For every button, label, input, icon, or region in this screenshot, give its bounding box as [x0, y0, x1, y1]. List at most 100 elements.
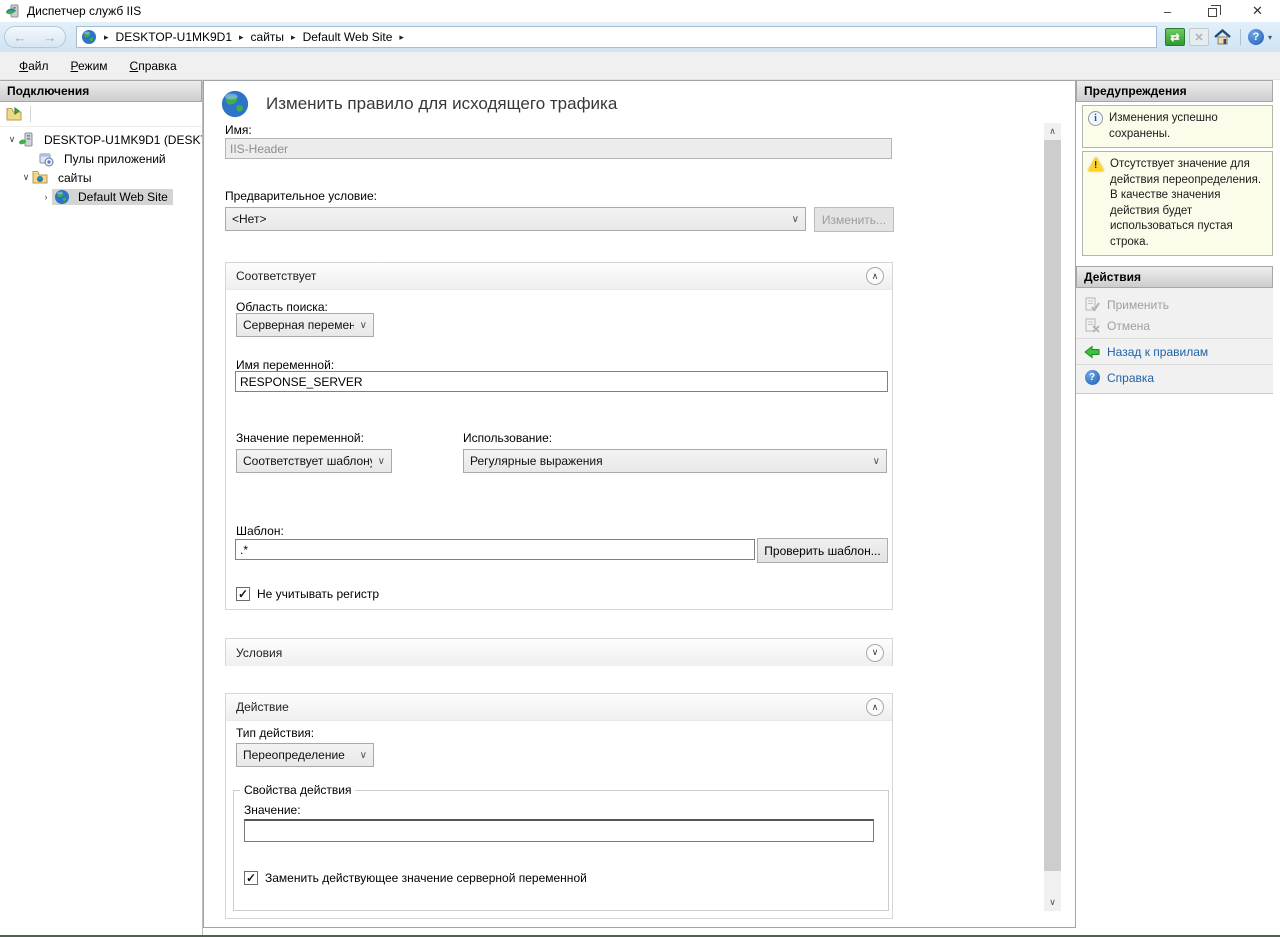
variable-value-select[interactable]: Соответствует шаблону ∨ — [236, 449, 392, 473]
action-type-label: Тип действия: — [236, 726, 314, 740]
restore-icon — [1208, 8, 1217, 17]
precondition-select[interactable]: <Нет> ∨ — [225, 207, 806, 231]
back-to-rules-label[interactable]: Назад к правилам — [1107, 345, 1208, 359]
tree-item-app-pools[interactable]: Пулы приложений — [0, 149, 202, 168]
tree-label-default-web-site: Default Web Site — [75, 189, 171, 205]
variable-value: Соответствует шаблону — [243, 454, 372, 468]
tree-expanded-icon[interactable]: ∨ — [6, 134, 18, 145]
apply-label: Применить — [1107, 298, 1169, 312]
tree-label-server: DESKTOP-U1MK9D1 (DESKTOP-U1MK9D1 — [41, 132, 202, 148]
menu-help[interactable]: Справка — [121, 55, 186, 77]
chevron-down-icon: ∨ — [354, 320, 367, 331]
minimize-button[interactable]: – — [1145, 0, 1190, 22]
action-section-title: Действие — [236, 700, 289, 714]
action-type-select[interactable]: Переопределение ∨ — [236, 743, 374, 767]
connections-toolbar — [0, 102, 202, 127]
connections-tree: ∨ DESKTOP-U1MK9D1 (DESKTOP-U1MK9D1 Пулы … — [0, 127, 202, 935]
refresh-icon[interactable]: ⇄ — [1165, 28, 1185, 46]
chevron-down-icon: ∨ — [354, 750, 367, 761]
using-label: Использование: — [463, 431, 552, 445]
tree-item-default-web-site[interactable]: › Default Web Site — [0, 187, 202, 206]
replace-value-label: Заменить действующее значение серверной … — [265, 871, 587, 885]
variable-name-input[interactable] — [235, 371, 888, 392]
pattern-label: Шаблон: — [236, 524, 284, 538]
ignore-case-checkbox[interactable]: ✓ — [236, 587, 250, 601]
scroll-down-icon[interactable]: ∨ — [1044, 894, 1061, 911]
scrollbar-thumb[interactable] — [1044, 140, 1061, 871]
scope-select[interactable]: Серверная переменн ∨ — [236, 313, 374, 337]
value-label: Значение: — [244, 803, 301, 817]
back-arrow-icon — [1084, 344, 1100, 360]
cancel-label: Отмена — [1107, 319, 1150, 333]
home-icon[interactable] — [1213, 28, 1233, 46]
back-to-rules-action[interactable]: Назад к правилам — [1076, 341, 1273, 362]
tree-item-server[interactable]: ∨ DESKTOP-U1MK9D1 (DESKTOP-U1MK9D1 — [0, 130, 202, 149]
site-globe-icon — [54, 189, 71, 205]
window-body: Подключения ∨ DESKTOP-U1MK9D1 (DESKTOP-U… — [0, 80, 1280, 935]
info-alert: i Изменения успешно сохранены. — [1082, 105, 1273, 148]
back-icon[interactable]: ← — [14, 30, 27, 45]
help-action[interactable]: ? Справка — [1076, 367, 1273, 388]
action-section-header: Действие ∧ — [226, 694, 892, 721]
match-section: Соответствует ∧ Область поиска: Серверна… — [225, 262, 893, 610]
actions-header: Действия — [1076, 266, 1273, 288]
help-icon[interactable]: ? — [1248, 29, 1264, 45]
scroll-up-icon[interactable]: ∧ — [1044, 123, 1061, 140]
ignore-case-row: ✓ Не учитывать регистр — [236, 587, 379, 601]
iis-manager-window: Диспетчер служб IIS – ✕ ← → ▸ DESKTOP-U1… — [0, 0, 1280, 937]
breadcrumb-separator-icon: ▸ — [291, 32, 296, 43]
conditions-section-header: Условия ∨ — [226, 639, 892, 666]
restore-button[interactable] — [1190, 0, 1235, 22]
help-dropdown-caret-icon[interactable]: ▾ — [1268, 33, 1272, 42]
tree-item-sites[interactable]: ∨ сайты — [0, 168, 202, 187]
conditions-section-title: Условия — [236, 646, 282, 660]
cancel-icon — [1084, 318, 1100, 334]
tree-expanded-icon[interactable]: ∨ — [20, 172, 32, 183]
sites-folder-icon — [32, 170, 49, 186]
toolbar-divider — [30, 106, 31, 122]
info-icon: i — [1088, 111, 1103, 126]
breadcrumb-default-web-site[interactable]: Default Web Site — [303, 30, 393, 44]
scope-value: Серверная переменн — [243, 318, 354, 332]
tree-label-sites: сайты — [55, 170, 95, 186]
question-glyph: ? — [1085, 370, 1100, 385]
name-label: Имя: — [225, 123, 252, 137]
action-type-value: Переопределение — [243, 748, 345, 762]
breadcrumb-server[interactable]: DESKTOP-U1MK9D1 — [116, 30, 232, 44]
help-label[interactable]: Справка — [1107, 371, 1154, 385]
name-input — [225, 138, 892, 159]
save-connections-icon[interactable] — [4, 104, 24, 124]
test-pattern-button[interactable]: Проверить шаблон... — [757, 538, 888, 563]
breadcrumb[interactable]: ▸ DESKTOP-U1MK9D1 ▸ сайты ▸ Default Web … — [76, 26, 1157, 48]
variable-value-label: Значение переменной: — [236, 431, 364, 445]
pattern-input[interactable] — [235, 539, 755, 560]
forward-icon[interactable]: → — [44, 30, 57, 45]
actions-divider — [1076, 338, 1273, 339]
navigation-buttons: ← → — [4, 26, 66, 48]
breadcrumb-separator-icon: ▸ — [239, 32, 244, 43]
tree-collapsed-icon[interactable]: › — [40, 192, 52, 202]
collapse-section-icon[interactable]: ∧ — [866, 267, 884, 285]
vertical-scrollbar[interactable]: ∧ ∨ — [1044, 123, 1061, 911]
breadcrumb-sites[interactable]: сайты — [251, 30, 285, 44]
replace-value-row: ✓ Заменить действующее значение серверно… — [244, 871, 587, 885]
chevron-down-icon: ∨ — [867, 456, 880, 467]
value-input[interactable] — [244, 819, 874, 842]
actions-list: Применить Отмена Назад к правилам — [1076, 288, 1273, 394]
menu-bar: Файл Режим Справка — [0, 52, 1280, 80]
collapse-section-icon[interactable]: ∧ — [866, 698, 884, 716]
connections-header: Подключения — [0, 80, 202, 102]
replace-value-checkbox[interactable]: ✓ — [244, 871, 258, 885]
menu-view[interactable]: Режим — [62, 55, 117, 77]
menu-file[interactable]: Файл — [10, 55, 58, 77]
connections-panel: Подключения ∨ DESKTOP-U1MK9D1 (DESKTOP-U… — [0, 80, 203, 935]
address-bar-tools: ⇄ ✕ ? ▾ — [1165, 28, 1272, 46]
action-properties-legend: Свойства действия — [240, 783, 355, 797]
close-button[interactable]: ✕ — [1235, 0, 1280, 22]
help-circle-icon: ? — [1084, 370, 1100, 386]
right-panel: Предупреждения i Изменения успешно сохра… — [1076, 80, 1280, 935]
variable-name-label: Имя переменной: — [236, 358, 334, 372]
expand-section-icon[interactable]: ∨ — [866, 644, 884, 662]
server-icon — [18, 132, 35, 148]
using-select[interactable]: Регулярные выражения ∨ — [463, 449, 887, 473]
